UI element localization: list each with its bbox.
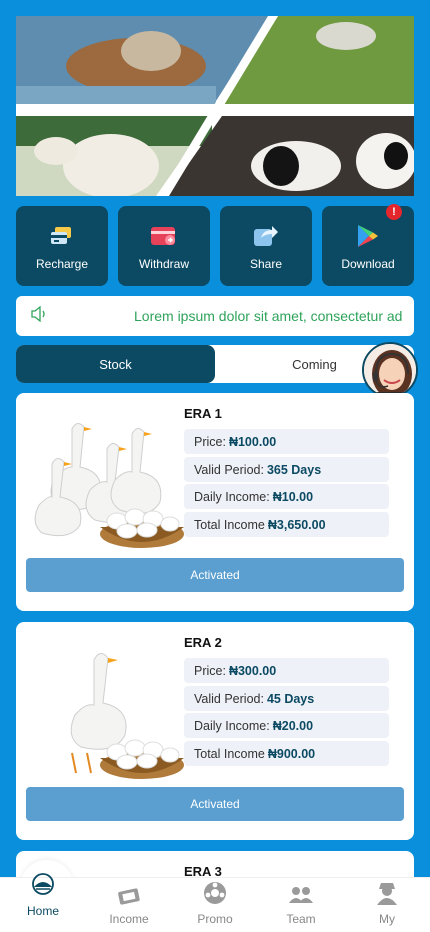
price-value: ₦100.00 bbox=[228, 434, 277, 449]
price-label: Price: bbox=[194, 663, 226, 678]
period-value: 45 Days bbox=[266, 691, 315, 706]
total-income-value: ₦900.00 bbox=[267, 746, 316, 761]
promo-icon bbox=[203, 881, 227, 910]
product-title: ERA 2 bbox=[184, 635, 222, 650]
recharge-button[interactable]: Recharge bbox=[16, 206, 108, 286]
period-label: Valid Period: bbox=[194, 691, 264, 706]
daily-income-label: Daily Income: bbox=[194, 489, 270, 504]
withdraw-label: Withdraw bbox=[138, 257, 189, 271]
goose-eggs-image bbox=[34, 423, 184, 548]
home-logo-icon bbox=[30, 873, 56, 900]
hero-banner bbox=[16, 16, 414, 196]
nav-my-label: My bbox=[379, 912, 395, 926]
play-store-icon bbox=[353, 221, 383, 251]
support-agent-icon bbox=[364, 344, 416, 396]
download-button[interactable]: Download ! bbox=[322, 204, 414, 286]
nav-my[interactable]: My bbox=[344, 878, 430, 932]
download-alert-badge: ! bbox=[386, 204, 402, 220]
customer-support-avatar[interactable] bbox=[362, 342, 418, 398]
share-label: Share bbox=[249, 257, 283, 271]
notice-text: Lorem ipsum dolor sit amet, consectetur … bbox=[134, 308, 403, 324]
nav-promo-label: Promo bbox=[197, 912, 233, 926]
tab-stock[interactable]: Stock bbox=[16, 345, 215, 383]
product-tabs: Stock Coming bbox=[16, 345, 414, 383]
daily-income-row: Daily Income: ₦20.00 bbox=[184, 713, 389, 738]
total-income-row: Total Income ₦900.00 bbox=[184, 741, 389, 766]
notice-bar: Lorem ipsum dolor sit amet, consectetur … bbox=[16, 296, 414, 336]
speaker-icon bbox=[30, 305, 48, 327]
price-row: Price: ₦300.00 bbox=[184, 658, 389, 683]
price-value: ₦300.00 bbox=[228, 663, 277, 678]
period-label: Valid Period: bbox=[194, 462, 264, 477]
team-icon bbox=[288, 885, 314, 910]
price-row: Price: ₦100.00 bbox=[184, 429, 389, 454]
quick-actions: Recharge Withdraw Share Download ! bbox=[16, 204, 414, 286]
bottom-nav: Home Income Promo Team My bbox=[0, 873, 430, 932]
daily-income-value: ₦20.00 bbox=[272, 718, 314, 733]
recharge-label: Recharge bbox=[35, 257, 89, 271]
nav-promo[interactable]: Promo bbox=[172, 878, 258, 932]
product-title: ERA 1 bbox=[184, 406, 222, 421]
activated-button[interactable]: Activated bbox=[26, 787, 404, 821]
share-icon bbox=[251, 221, 281, 251]
goose-eggs-image bbox=[70, 653, 184, 779]
price-label: Price: bbox=[194, 434, 226, 449]
download-label: Download bbox=[341, 257, 395, 271]
nav-team[interactable]: Team bbox=[258, 878, 344, 932]
wallet-icon bbox=[149, 221, 179, 251]
period-row: Valid Period: 45 Days bbox=[184, 686, 389, 711]
period-row: Valid Period: 365 Days bbox=[184, 457, 389, 482]
nav-team-label: Team bbox=[286, 912, 316, 926]
nav-home[interactable]: Home bbox=[0, 873, 86, 932]
banner-image bbox=[16, 16, 414, 196]
share-button[interactable]: Share bbox=[220, 206, 312, 286]
nav-income[interactable]: Income bbox=[86, 878, 172, 932]
activated-button[interactable]: Activated bbox=[26, 558, 404, 592]
profile-icon bbox=[375, 881, 399, 910]
nav-home-label: Home bbox=[26, 904, 59, 918]
period-value: 365 Days bbox=[266, 462, 322, 477]
income-icon bbox=[117, 885, 141, 910]
daily-income-row: Daily Income: ₦10.00 bbox=[184, 484, 389, 509]
total-income-row: Total Income ₦3,650.00 bbox=[184, 512, 389, 537]
product-card-era2: ERA 2 Price: ₦300.00 Valid Period: 45 Days… bbox=[16, 622, 414, 840]
withdraw-button[interactable]: Withdraw bbox=[118, 206, 210, 286]
recharge-card-icon bbox=[47, 221, 77, 251]
total-income-label: Total Income bbox=[194, 517, 265, 532]
daily-income-value: ₦10.00 bbox=[272, 489, 314, 504]
daily-income-label: Daily Income: bbox=[194, 718, 270, 733]
total-income-label: Total Income bbox=[194, 746, 265, 761]
total-income-value: ₦3,650.00 bbox=[267, 517, 326, 532]
product-card-era1: ERA 1 Price: ₦100.00 Valid Period: 365 Day… bbox=[16, 393, 414, 611]
nav-income-label: Income bbox=[109, 912, 149, 926]
